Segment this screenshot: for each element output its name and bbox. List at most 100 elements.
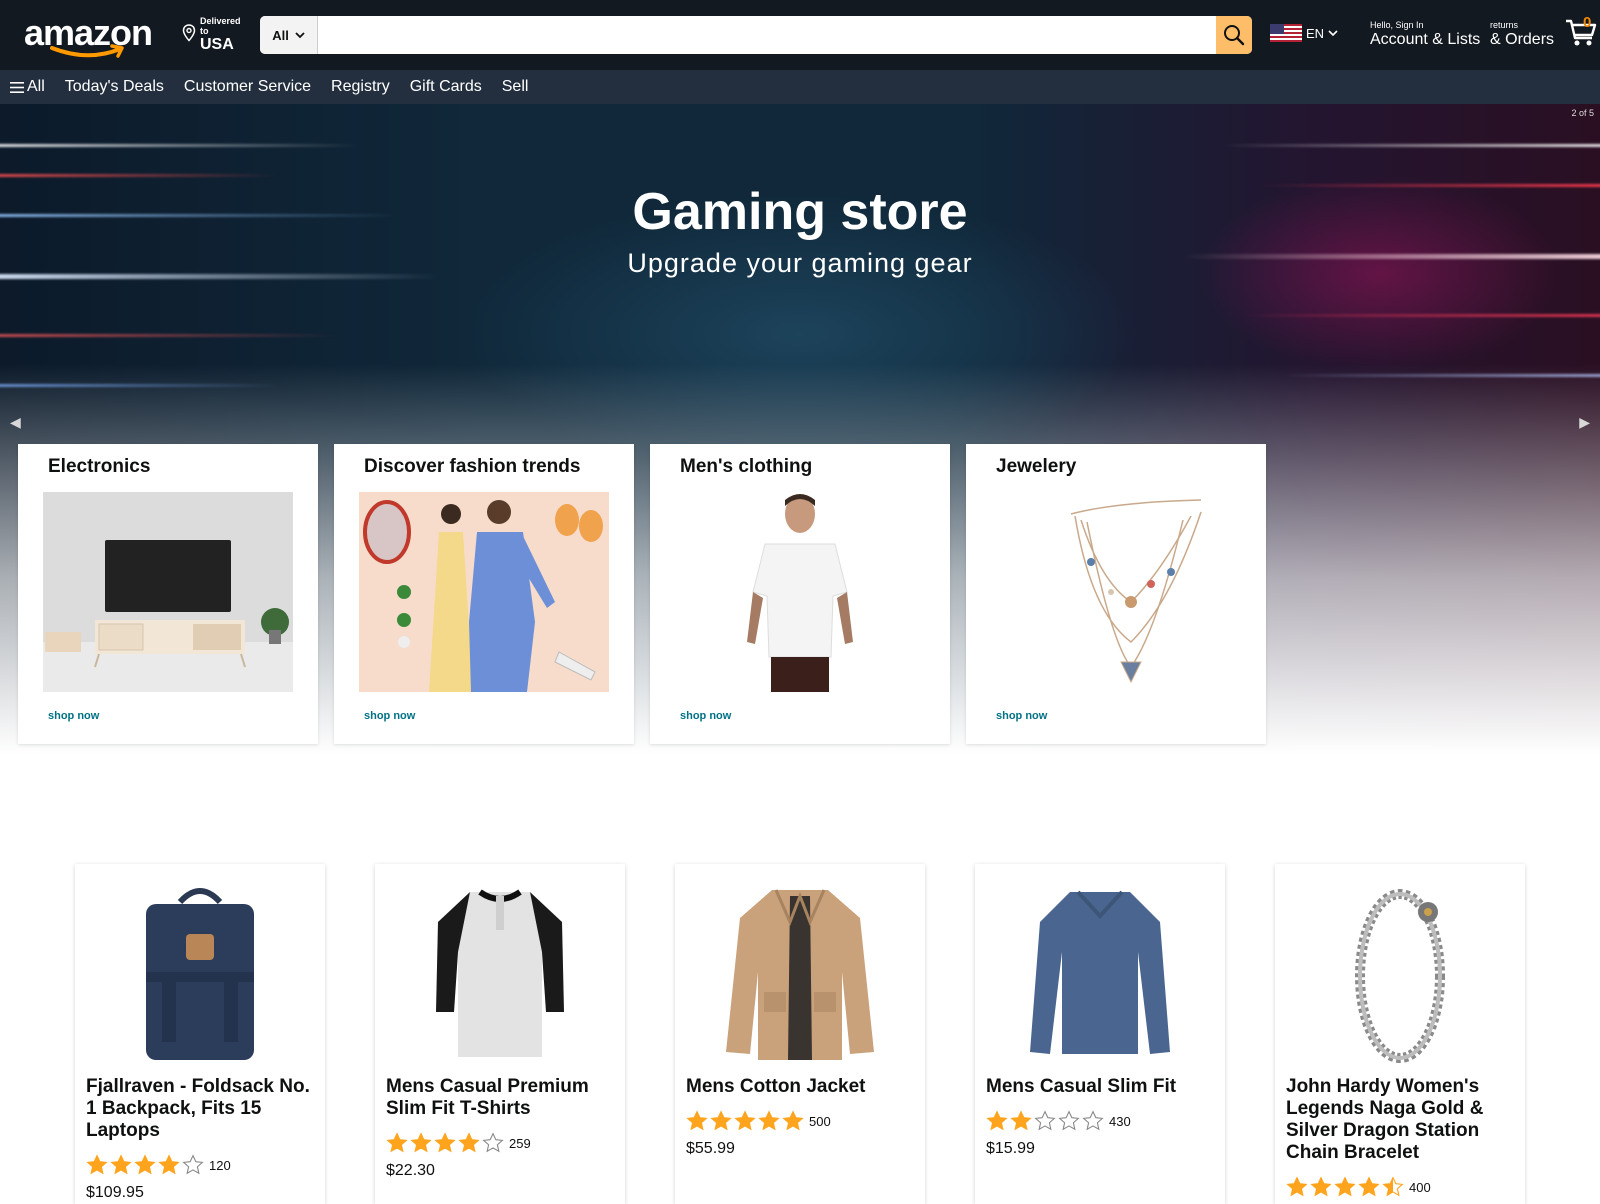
star-filled-icon — [1010, 1110, 1032, 1131]
mens-clothing-image — [675, 492, 925, 692]
cart-icon — [1566, 19, 1597, 46]
electronics-image — [43, 492, 293, 692]
star-filled-icon — [710, 1110, 732, 1131]
search-input[interactable] — [318, 16, 1216, 54]
light-streak — [0, 334, 340, 337]
language-selector[interactable]: EN — [1270, 24, 1338, 42]
category-card-mens-clothing[interactable]: Men's clothing shop now — [650, 444, 950, 744]
product-title[interactable]: Mens Casual Slim Fit — [986, 1076, 1214, 1098]
nav-bar: All Today's Deals Customer Service Regis… — [0, 70, 1600, 104]
product-price: $15.99 — [986, 1140, 1035, 1157]
carousel-counter: 2 of 5 — [1571, 108, 1594, 118]
category-card-electronics[interactable]: Electronics shop now — [18, 444, 318, 744]
star-empty-icon — [482, 1132, 504, 1153]
light-streak — [0, 144, 360, 147]
star-filled-icon — [782, 1110, 804, 1131]
hero-subtitle: Upgrade your gaming gear — [627, 248, 973, 278]
nav-all-menu[interactable]: All — [10, 70, 55, 104]
light-streak — [1240, 314, 1600, 317]
hamburger-menu-icon — [10, 81, 24, 93]
product-rating: 430 — [986, 1110, 1131, 1132]
nav-registry[interactable]: Registry — [321, 70, 400, 104]
amazon-logo[interactable]: amazon — [22, 6, 162, 60]
product-image-bracelet — [1300, 882, 1500, 1064]
review-count[interactable]: 430 — [1109, 1114, 1131, 1129]
category-title: Men's clothing — [680, 456, 813, 477]
chevron-down-icon — [1328, 29, 1338, 36]
product-image-longsleeve — [1000, 882, 1200, 1064]
shop-now-link[interactable]: shop now — [364, 710, 415, 722]
account-label: Account & Lists — [1370, 31, 1481, 48]
nav-sell[interactable]: Sell — [492, 70, 539, 104]
product-card[interactable]: Mens Casual Premium Slim Fit T-Shirts 25… — [375, 864, 625, 1204]
star-empty-icon — [1082, 1110, 1104, 1131]
search-bar: All — [260, 16, 1252, 54]
search-button[interactable] — [1216, 16, 1252, 54]
category-title: Electronics — [48, 456, 151, 477]
product-image-backpack — [100, 882, 300, 1064]
product-card[interactable]: Fjallraven - Foldsack No. 1 Backpack, Fi… — [75, 864, 325, 1204]
nav-customer-service[interactable]: Customer Service — [174, 70, 321, 104]
location-pin-icon — [182, 24, 196, 42]
language-code: EN — [1306, 25, 1325, 41]
review-count[interactable]: 259 — [509, 1136, 531, 1151]
shop-now-link[interactable]: shop now — [48, 710, 99, 722]
star-filled-icon — [986, 1110, 1008, 1131]
fashion-image — [359, 492, 609, 692]
shop-now-link[interactable]: shop now — [680, 710, 731, 722]
smile-arrow-icon — [50, 44, 124, 58]
star-empty-icon — [1058, 1110, 1080, 1131]
star-filled-icon — [1334, 1176, 1356, 1197]
category-card-jewelery[interactable]: Jewelery shop now — [966, 444, 1266, 744]
product-rating: 400 — [1286, 1176, 1431, 1198]
category-title: Discover fashion trends — [364, 456, 581, 477]
product-card[interactable]: Mens Cotton Jacket 500 $55.99 — [675, 864, 925, 1204]
product-image-tshirt — [400, 882, 600, 1064]
shop-now-link[interactable]: shop now — [996, 710, 1047, 722]
product-price: $22.30 — [386, 1162, 435, 1179]
star-filled-icon — [1286, 1176, 1308, 1197]
star-filled-icon — [434, 1132, 456, 1153]
product-image-jacket — [700, 882, 900, 1064]
cart-count: 0 — [1583, 14, 1592, 31]
product-title[interactable]: Mens Cotton Jacket — [686, 1076, 914, 1098]
product-card[interactable]: John Hardy Women's Legends Naga Gold & S… — [1275, 864, 1525, 1204]
category-card-fashion[interactable]: Discover fashion trends shop now — [334, 444, 634, 744]
us-flag-icon — [1270, 24, 1302, 42]
search-category-value: All — [272, 27, 289, 43]
star-filled-icon — [386, 1132, 408, 1153]
nav-all-label: All — [27, 78, 45, 95]
star-empty-icon — [182, 1154, 204, 1175]
product-price: $109.95 — [86, 1184, 144, 1201]
product-card[interactable]: Mens Casual Slim Fit 430 $15.99 — [975, 864, 1225, 1204]
cart-button[interactable]: 0 — [1565, 14, 1599, 50]
star-filled-icon — [410, 1132, 432, 1153]
star-filled-icon — [158, 1154, 180, 1175]
product-title[interactable]: Fjallraven - Foldsack No. 1 Backpack, Fi… — [86, 1076, 314, 1142]
product-rating: 259 — [386, 1132, 531, 1154]
account-lists[interactable]: Hello, Sign In Account & Lists — [1370, 20, 1480, 50]
star-filled-icon — [1358, 1176, 1380, 1197]
star-half-icon — [1382, 1176, 1404, 1197]
returns-orders[interactable]: returns & Orders — [1490, 20, 1554, 50]
product-rating: 500 — [686, 1110, 831, 1132]
nav-todays-deals[interactable]: Today's Deals — [55, 70, 174, 104]
product-rating: 120 — [86, 1154, 231, 1176]
returns-label: returns — [1490, 20, 1519, 30]
star-empty-icon — [1034, 1110, 1056, 1131]
star-filled-icon — [458, 1132, 480, 1153]
hero-title: Gaming store — [632, 183, 968, 241]
star-filled-icon — [86, 1154, 108, 1175]
account-greeting: Hello, Sign In — [1370, 20, 1424, 30]
deliver-to[interactable]: Delivered to USA — [180, 14, 250, 58]
search-category-dropdown[interactable]: All — [260, 16, 318, 54]
star-filled-icon — [734, 1110, 756, 1131]
deliver-label: Delivered — [200, 16, 241, 26]
review-count[interactable]: 120 — [209, 1158, 231, 1173]
review-count[interactable]: 400 — [1409, 1180, 1431, 1195]
review-count[interactable]: 500 — [809, 1114, 831, 1129]
product-title[interactable]: Mens Casual Premium Slim Fit T-Shirts — [386, 1076, 614, 1120]
star-filled-icon — [110, 1154, 132, 1175]
product-title[interactable]: John Hardy Women's Legends Naga Gold & S… — [1286, 1076, 1514, 1164]
nav-gift-cards[interactable]: Gift Cards — [400, 70, 492, 104]
